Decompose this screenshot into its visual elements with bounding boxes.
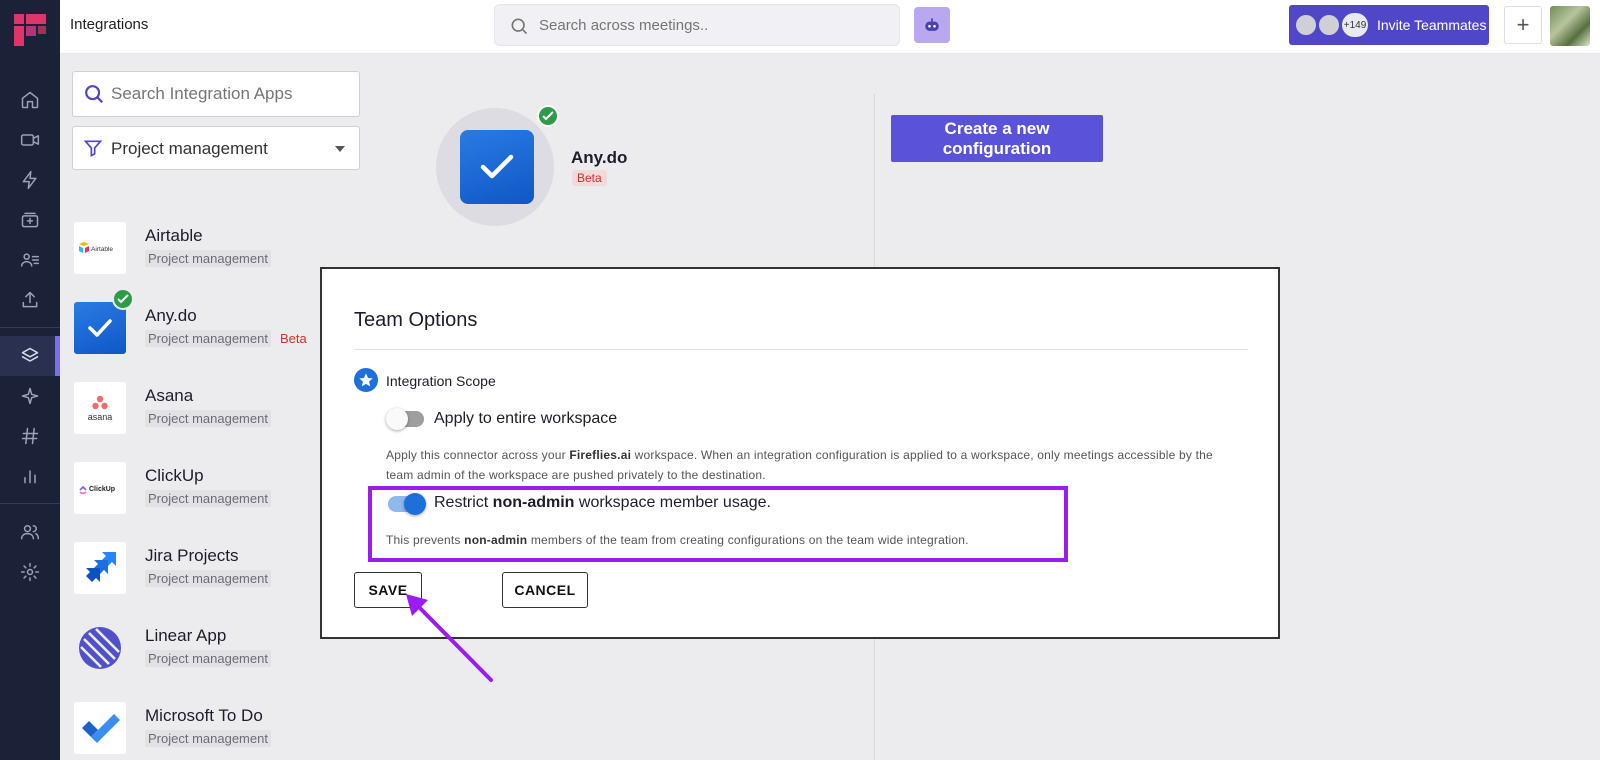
- integration-name: Airtable: [145, 226, 203, 245]
- apply-workspace-description: Apply this connector across your Firefli…: [386, 448, 1213, 482]
- connected-check-icon: [112, 288, 134, 310]
- teammate-avatar: [1294, 13, 1318, 37]
- inbox-icon[interactable]: [18, 208, 42, 232]
- clickup-logo-text: ClickUp: [89, 486, 115, 493]
- rail-divider: [0, 503, 60, 504]
- clickup-logo: ClickUp: [74, 462, 126, 514]
- annotation-highlight-box: [368, 486, 1068, 562]
- integration-name: ClickUp: [145, 466, 204, 485]
- integration-name: Jira Projects: [145, 546, 239, 565]
- video-icon[interactable]: [18, 128, 42, 152]
- rail-divider: [0, 327, 60, 328]
- toggle-knob: [386, 408, 408, 430]
- global-search[interactable]: [494, 4, 900, 46]
- apply-workspace-toggle[interactable]: [386, 408, 424, 430]
- assistant-bot-button[interactable]: [914, 7, 950, 43]
- beta-badge: Beta: [572, 170, 607, 186]
- search-icon: [511, 18, 528, 35]
- integration-category: Project management: [145, 570, 271, 587]
- asana-logo: asana: [74, 382, 126, 434]
- settings-icon[interactable]: [18, 560, 42, 584]
- integration-category: Project management: [145, 490, 271, 507]
- hash-icon[interactable]: [18, 424, 42, 448]
- robot-icon: [925, 18, 939, 31]
- cancel-button[interactable]: CANCEL: [502, 572, 588, 608]
- integration-name: Microsoft To Do: [145, 706, 263, 725]
- integration-name: Asana: [145, 386, 194, 405]
- integration-search-input[interactable]: [111, 72, 351, 116]
- anydo-logo: [74, 302, 126, 354]
- upload-icon[interactable]: [18, 288, 42, 312]
- integration-name: Any.do: [145, 306, 197, 325]
- integration-item-microsoft-todo[interactable]: Microsoft To Do Project management: [60, 694, 378, 760]
- integration-search[interactable]: [72, 71, 360, 117]
- top-bar: Integrations +149 Invite Teammates +: [60, 0, 1600, 54]
- dialog-title: Team Options: [354, 309, 478, 331]
- filter-value: Project management: [111, 139, 268, 158]
- connected-check-icon: [537, 105, 559, 127]
- create-configuration-button[interactable]: Create a new configuration: [891, 115, 1103, 162]
- filter-icon: [83, 140, 103, 157]
- microsoft-todo-logo: [74, 702, 126, 754]
- annotation-arrow: [406, 594, 493, 682]
- airtable-logo: Airtable: [74, 222, 126, 274]
- integration-category: Project management: [145, 650, 271, 667]
- linear-logo: [74, 622, 126, 674]
- invite-label: Invite Teammates: [1377, 17, 1487, 33]
- teammate-count-badge: +149: [1342, 13, 1368, 37]
- invite-teammates-button[interactable]: +149 Invite Teammates: [1289, 5, 1489, 45]
- integration-category: Project management: [145, 250, 271, 267]
- left-rail: [0, 0, 60, 760]
- teammate-avatar: [1317, 13, 1341, 37]
- user-avatar[interactable]: [1550, 6, 1590, 46]
- integration-name: Linear App: [145, 626, 227, 645]
- app-name: Any.do: [571, 148, 628, 167]
- sparkle-icon[interactable]: [18, 384, 42, 408]
- asana-logo-text: asana: [88, 412, 113, 422]
- integration-category: Project management: [145, 330, 271, 347]
- lightning-icon[interactable]: [18, 168, 42, 192]
- category-filter-dropdown[interactable]: Project management: [72, 126, 360, 170]
- bar-chart-icon[interactable]: [18, 464, 42, 488]
- search-icon: [85, 85, 104, 104]
- anydo-large-logo: [460, 130, 534, 204]
- star-icon: [354, 368, 378, 392]
- jira-logo: [74, 542, 126, 594]
- fireflies-logo[interactable]: [14, 14, 46, 46]
- beta-badge: Beta: [280, 331, 307, 346]
- chevron-down-icon: [335, 146, 345, 152]
- add-button[interactable]: +: [1504, 6, 1542, 44]
- team-options-dialog: Team Options Integration Scope Apply to …: [320, 267, 1280, 639]
- apply-workspace-label: Apply to entire workspace: [434, 410, 618, 427]
- integration-scope-label: Integration Scope: [386, 373, 496, 389]
- dialog-divider: [354, 349, 1248, 350]
- global-search-input[interactable]: [539, 5, 879, 45]
- layers-icon[interactable]: [18, 344, 42, 368]
- people-list-icon[interactable]: [18, 248, 42, 272]
- integration-category: Project management: [145, 730, 271, 747]
- airtable-logo-text: Airtable: [91, 246, 113, 253]
- home-icon[interactable]: [18, 88, 42, 112]
- page-title: Integrations: [70, 16, 149, 33]
- team-icon[interactable]: [18, 520, 42, 544]
- integration-category: Project management: [145, 410, 271, 427]
